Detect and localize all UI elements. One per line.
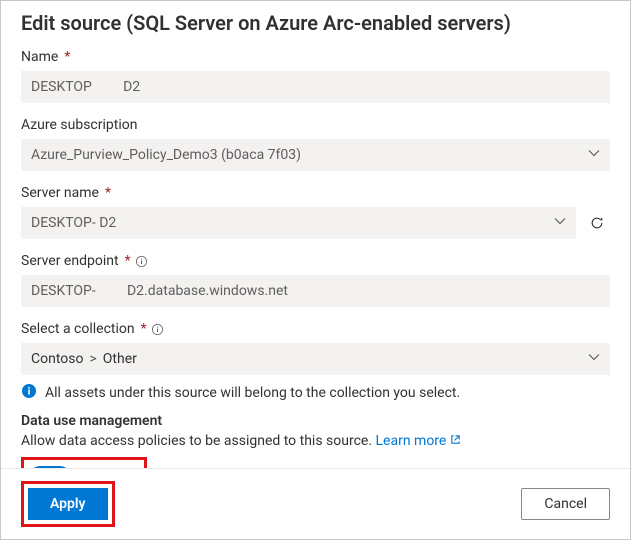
data-use-description: Allow data access policies to be assigne… xyxy=(21,433,372,449)
refresh-button[interactable] xyxy=(584,210,610,236)
panel-content: Edit source (SQL Server on Azure Arc-ena… xyxy=(1,1,630,468)
panel-footer: Apply Cancel xyxy=(1,468,630,539)
name-label: Name * xyxy=(21,49,610,65)
data-use-heading: Data use management xyxy=(21,413,610,429)
required-asterisk: * xyxy=(141,321,147,337)
breadcrumb-separator: > xyxy=(89,343,96,375)
data-use-toggle[interactable] xyxy=(30,466,70,468)
server-endpoint-label: Server endpoint * xyxy=(21,253,610,269)
collection-hint-row: All assets under this source will belong… xyxy=(21,383,610,403)
learn-more-link[interactable]: Learn more xyxy=(376,433,461,449)
server-name-label-text: Server name xyxy=(21,185,99,201)
server-endpoint-input[interactable] xyxy=(21,275,610,307)
subscription-label-text: Azure subscription xyxy=(21,117,137,133)
required-asterisk: * xyxy=(125,253,131,269)
required-asterisk: * xyxy=(64,49,70,65)
collection-label-text: Select a collection xyxy=(21,321,135,337)
server-name-label: Server name * xyxy=(21,185,610,201)
apply-button[interactable]: Apply xyxy=(28,488,108,520)
info-filled-icon xyxy=(21,383,37,403)
panel-title: Edit source (SQL Server on Azure Arc-ena… xyxy=(21,11,610,35)
subscription-select[interactable]: Azure_Purview_Policy_Demo3 (b0aca 7f03) xyxy=(21,139,610,171)
subscription-select-wrap: Azure_Purview_Policy_Demo3 (b0aca 7f03) xyxy=(21,139,610,171)
name-input[interactable] xyxy=(21,71,610,103)
subscription-label: Azure subscription xyxy=(21,117,610,133)
server-name-select[interactable]: DESKTOP- D2 xyxy=(21,207,576,239)
server-endpoint-label-text: Server endpoint xyxy=(21,253,119,269)
collection-root: Contoso xyxy=(31,343,83,375)
field-server-endpoint: Server endpoint * xyxy=(21,253,610,307)
data-use-description-row: Allow data access policies to be assigne… xyxy=(21,433,610,449)
info-icon[interactable] xyxy=(135,255,148,268)
field-subscription: Azure subscription Azure_Purview_Policy_… xyxy=(21,117,610,171)
required-asterisk: * xyxy=(105,185,111,201)
collection-label: Select a collection * xyxy=(21,321,610,337)
collection-breadcrumb: Contoso > Other xyxy=(31,343,600,375)
info-icon[interactable] xyxy=(151,323,164,336)
collection-select[interactable]: Contoso > Other xyxy=(21,343,610,375)
cancel-button[interactable]: Cancel xyxy=(521,488,610,520)
collection-leaf: Other xyxy=(103,343,137,375)
server-name-row: DESKTOP- D2 xyxy=(21,207,610,239)
external-link-icon xyxy=(450,433,461,449)
collection-select-wrap: Contoso > Other xyxy=(21,343,610,375)
field-server-name: Server name * DESKTOP- D2 xyxy=(21,185,610,239)
learn-more-text: Learn more xyxy=(376,433,447,449)
toggle-highlight: Enabled xyxy=(21,457,147,468)
apply-highlight: Apply xyxy=(21,481,115,527)
name-label-text: Name xyxy=(21,49,58,65)
collection-hint-text: All assets under this source will belong… xyxy=(45,385,460,401)
field-name: Name * xyxy=(21,49,610,103)
field-collection: Select a collection * Contoso > Other xyxy=(21,321,610,403)
edit-source-panel: Edit source (SQL Server on Azure Arc-ena… xyxy=(0,0,631,540)
